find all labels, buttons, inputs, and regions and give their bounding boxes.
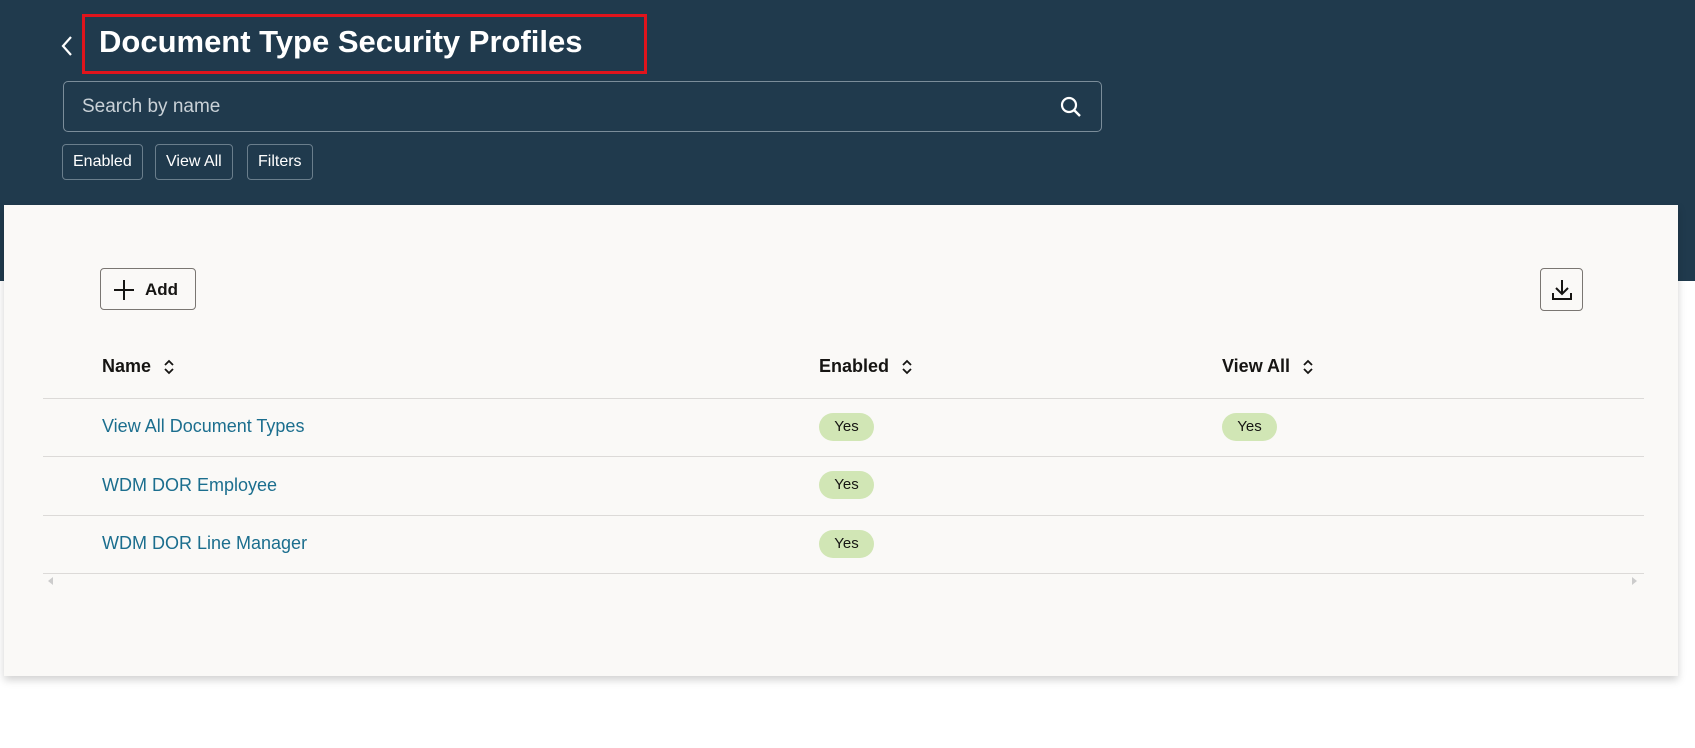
column-label: Enabled: [819, 356, 890, 376]
plus-icon: [114, 280, 134, 300]
column-header-enabled[interactable]: Enabled: [819, 356, 913, 377]
row-name-link[interactable]: View All Document Types: [102, 416, 304, 437]
sort-icon[interactable]: [163, 358, 175, 376]
divider: [43, 515, 1644, 516]
scroll-left-arrow[interactable]: [48, 577, 53, 585]
column-header-view-all[interactable]: View All: [1222, 356, 1314, 377]
filter-chip-view-all[interactable]: View All: [155, 144, 233, 180]
search-input[interactable]: [82, 82, 1042, 131]
search-field[interactable]: [63, 81, 1102, 132]
page-title: Document Type Security Profiles: [99, 24, 583, 59]
divider: [43, 398, 1644, 399]
row-name-link[interactable]: WDM DOR Employee: [102, 475, 277, 496]
view-all-badge: Yes: [1222, 413, 1277, 441]
filter-chip-filters[interactable]: Filters: [247, 144, 313, 180]
divider: [43, 573, 1644, 574]
column-label: View All: [1222, 356, 1291, 376]
scroll-right-arrow[interactable]: [1632, 577, 1637, 585]
sort-icon[interactable]: [901, 358, 913, 376]
enabled-badge: Yes: [819, 530, 874, 558]
enabled-badge: Yes: [819, 413, 874, 441]
row-name-link[interactable]: WDM DOR Line Manager: [102, 533, 307, 554]
download-icon: [1552, 280, 1572, 300]
add-label: Add: [145, 280, 179, 299]
add-button[interactable]: Add: [100, 268, 196, 310]
column-header-name[interactable]: Name: [102, 356, 175, 377]
column-label: Name: [102, 356, 152, 376]
results-panel: Add Name Enabled View All View All Docum…: [4, 205, 1678, 676]
back-button[interactable]: [60, 30, 82, 60]
filter-chip-enabled[interactable]: Enabled: [62, 144, 143, 180]
sort-icon[interactable]: [1302, 358, 1314, 376]
divider: [43, 456, 1644, 457]
download-button[interactable]: [1540, 268, 1583, 311]
search-icon[interactable]: [1059, 95, 1083, 119]
chevron-left-icon: [61, 36, 72, 56]
enabled-badge: Yes: [819, 471, 874, 499]
